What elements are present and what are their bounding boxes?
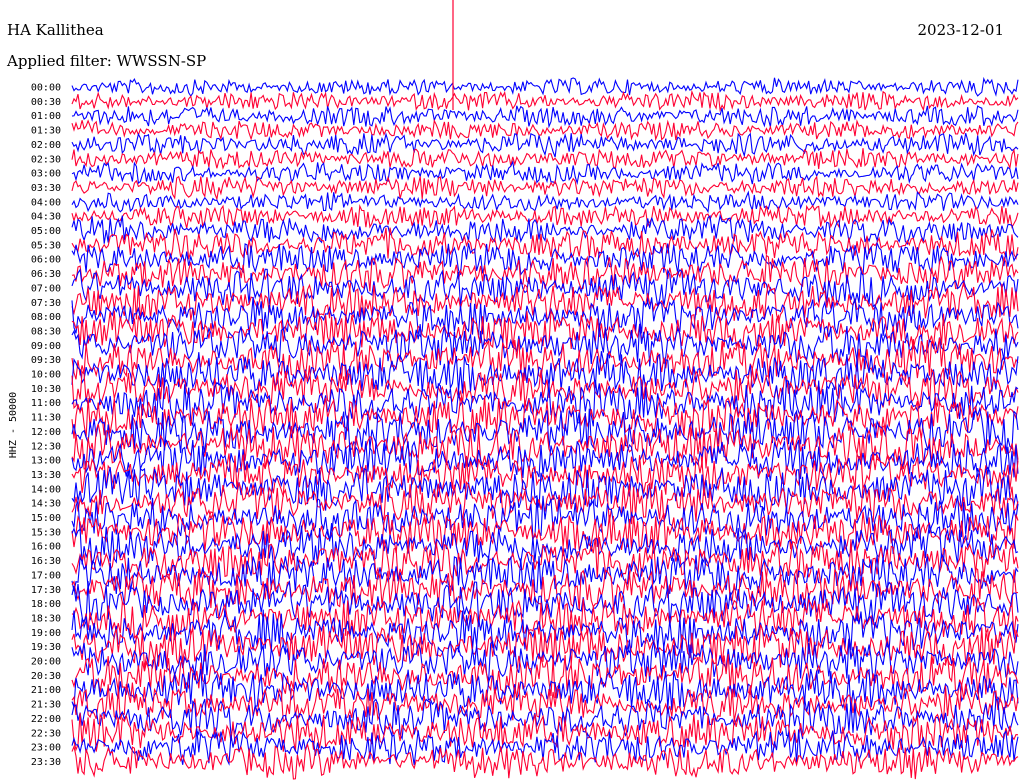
tick-label: 08:00 — [31, 312, 61, 323]
y-axis-label: HHZ - 50000 — [8, 392, 19, 458]
tick-label: 20:00 — [31, 657, 61, 668]
tick-label: 07:30 — [31, 298, 61, 309]
tick-label: 23:00 — [31, 743, 61, 754]
tick-label: 05:30 — [31, 240, 61, 251]
trace-0430 — [71, 203, 1019, 229]
tick-label: 16:30 — [31, 556, 61, 567]
tick-label: 16:00 — [31, 542, 61, 553]
trace-group — [71, 0, 1019, 780]
trace-1200 — [71, 406, 1019, 454]
tick-label: 05:00 — [31, 226, 61, 237]
tick-label: 23:30 — [31, 757, 61, 768]
trace-0500 — [71, 213, 1019, 246]
tick-label: 17:00 — [31, 570, 61, 581]
tick-label: 11:00 — [31, 398, 61, 409]
tick-label: 11:30 — [31, 413, 61, 424]
trace-0000 — [71, 76, 1019, 97]
tick-label: 22:30 — [31, 728, 61, 739]
seismogram-plot: 00:00 00:30 01:00 01:30 02:00 02:30 03:00 03:30… — [8, 0, 1019, 780]
tick-label: 19:30 — [31, 642, 61, 653]
trace-1630 — [71, 537, 1019, 582]
trace-0300 — [71, 160, 1019, 185]
tick-label-group: 00:00 00:30 01:00 01:30 02:00 02:30 03:00 03:30… — [31, 83, 61, 768]
tick-label: 09:30 — [31, 355, 61, 366]
tick-label: 15:30 — [31, 527, 61, 538]
trace-0230 — [71, 148, 1019, 170]
tick-label: 21:00 — [31, 685, 61, 696]
trace-0130 — [71, 118, 1019, 142]
tick-label: 10:30 — [31, 384, 61, 395]
tick-label: 18:30 — [31, 613, 61, 624]
trace-0200 — [71, 132, 1019, 158]
tick-label: 07:00 — [31, 283, 61, 294]
tick-label: 09:00 — [31, 341, 61, 352]
tick-label: 14:00 — [31, 484, 61, 495]
tick-label: 12:00 — [31, 427, 61, 438]
tick-label: 02:30 — [31, 154, 61, 165]
tick-label: 17:30 — [31, 585, 61, 596]
tick-label: 02:00 — [31, 140, 61, 151]
tick-label: 22:00 — [31, 714, 61, 725]
filter-label: Applied filter: WWSSN-SP — [7, 52, 207, 70]
tick-label: 01:00 — [31, 111, 61, 122]
tick-label: 06:30 — [31, 269, 61, 280]
tick-label: 12:30 — [31, 441, 61, 452]
tick-label: 00:30 — [31, 97, 61, 108]
tick-label: 15:00 — [31, 513, 61, 524]
tick-label: 03:00 — [31, 169, 61, 180]
tick-label: 14:30 — [31, 499, 61, 510]
trace-1730 — [71, 567, 1019, 611]
tick-label: 18:00 — [31, 599, 61, 610]
tick-label: 10:00 — [31, 370, 61, 381]
tick-label: 04:30 — [31, 212, 61, 223]
trace-0400 — [71, 190, 1019, 214]
tick-label: 13:00 — [31, 456, 61, 467]
trace-0530 — [71, 227, 1019, 261]
tick-label: 08:30 — [31, 326, 61, 337]
tick-label: 00:00 — [31, 83, 61, 94]
tick-label: 03:30 — [31, 183, 61, 194]
tick-label: 19:00 — [31, 628, 61, 639]
tick-label: 21:30 — [31, 700, 61, 711]
trace-2100 — [71, 668, 1019, 711]
trace-0030 — [71, 89, 1019, 113]
trace-0330 — [71, 175, 1019, 202]
tick-label: 20:30 — [31, 671, 61, 682]
tick-label: 13:30 — [31, 470, 61, 481]
tick-label: 04:00 — [31, 197, 61, 208]
tick-label: 06:00 — [31, 255, 61, 266]
tick-label: 01:30 — [31, 126, 61, 137]
